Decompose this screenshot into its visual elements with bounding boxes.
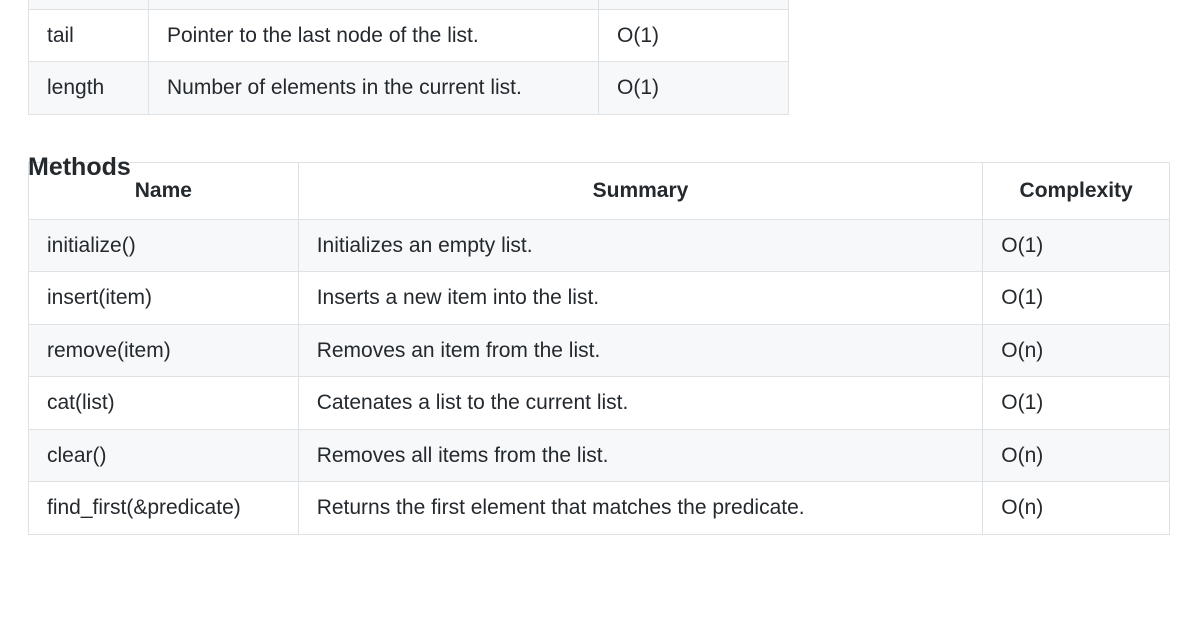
method-summary-cell: Catenates a list to the current list. — [298, 377, 983, 430]
prop-complexity-cell — [599, 0, 789, 9]
method-complexity-cell: O(1) — [983, 272, 1170, 325]
method-summary-cell: Initializes an empty list. — [298, 219, 983, 272]
table-row — [29, 0, 789, 9]
prop-complexity-cell: O(1) — [599, 9, 789, 62]
method-name-cell: find_first(&predicate) — [29, 482, 299, 535]
table-row: tail Pointer to the last node of the lis… — [29, 9, 789, 62]
method-summary-cell: Removes an item from the list. — [298, 324, 983, 377]
table-row: initialize() Initializes an empty list. … — [29, 219, 1170, 272]
table-row: length Number of elements in the current… — [29, 62, 789, 115]
table-row: clear() Removes all items from the list.… — [29, 429, 1170, 482]
properties-table: tail Pointer to the last node of the lis… — [28, 0, 789, 115]
methods-table: Name Summary Complexity initialize() Ini… — [28, 162, 1170, 535]
table-row: find_first(&predicate) Returns the first… — [29, 482, 1170, 535]
method-name-cell: insert(item) — [29, 272, 299, 325]
table-row: cat(list) Catenates a list to the curren… — [29, 377, 1170, 430]
method-complexity-cell: O(n) — [983, 324, 1170, 377]
prop-summary-cell: Number of elements in the current list. — [149, 62, 599, 115]
col-complexity-header: Complexity — [983, 163, 1170, 220]
table-row: insert(item) Inserts a new item into the… — [29, 272, 1170, 325]
prop-name-cell: tail — [29, 9, 149, 62]
method-complexity-cell: O(1) — [983, 219, 1170, 272]
method-summary-cell: Removes all items from the list. — [298, 429, 983, 482]
method-summary-cell: Inserts a new item into the list. — [298, 272, 983, 325]
method-name-cell: initialize() — [29, 219, 299, 272]
method-name-cell: remove(item) — [29, 324, 299, 377]
method-complexity-cell: O(1) — [983, 377, 1170, 430]
prop-name-cell: length — [29, 62, 149, 115]
table-header-row: Name Summary Complexity — [29, 163, 1170, 220]
prop-name-cell — [29, 0, 149, 9]
method-name-cell: clear() — [29, 429, 299, 482]
method-complexity-cell: O(n) — [983, 482, 1170, 535]
prop-complexity-cell: O(1) — [599, 62, 789, 115]
col-summary-header: Summary — [298, 163, 983, 220]
method-summary-cell: Returns the first element that matches t… — [298, 482, 983, 535]
prop-summary-cell — [149, 0, 599, 9]
table-row: remove(item) Removes an item from the li… — [29, 324, 1170, 377]
method-name-cell: cat(list) — [29, 377, 299, 430]
prop-summary-cell: Pointer to the last node of the list. — [149, 9, 599, 62]
method-complexity-cell: O(n) — [983, 429, 1170, 482]
